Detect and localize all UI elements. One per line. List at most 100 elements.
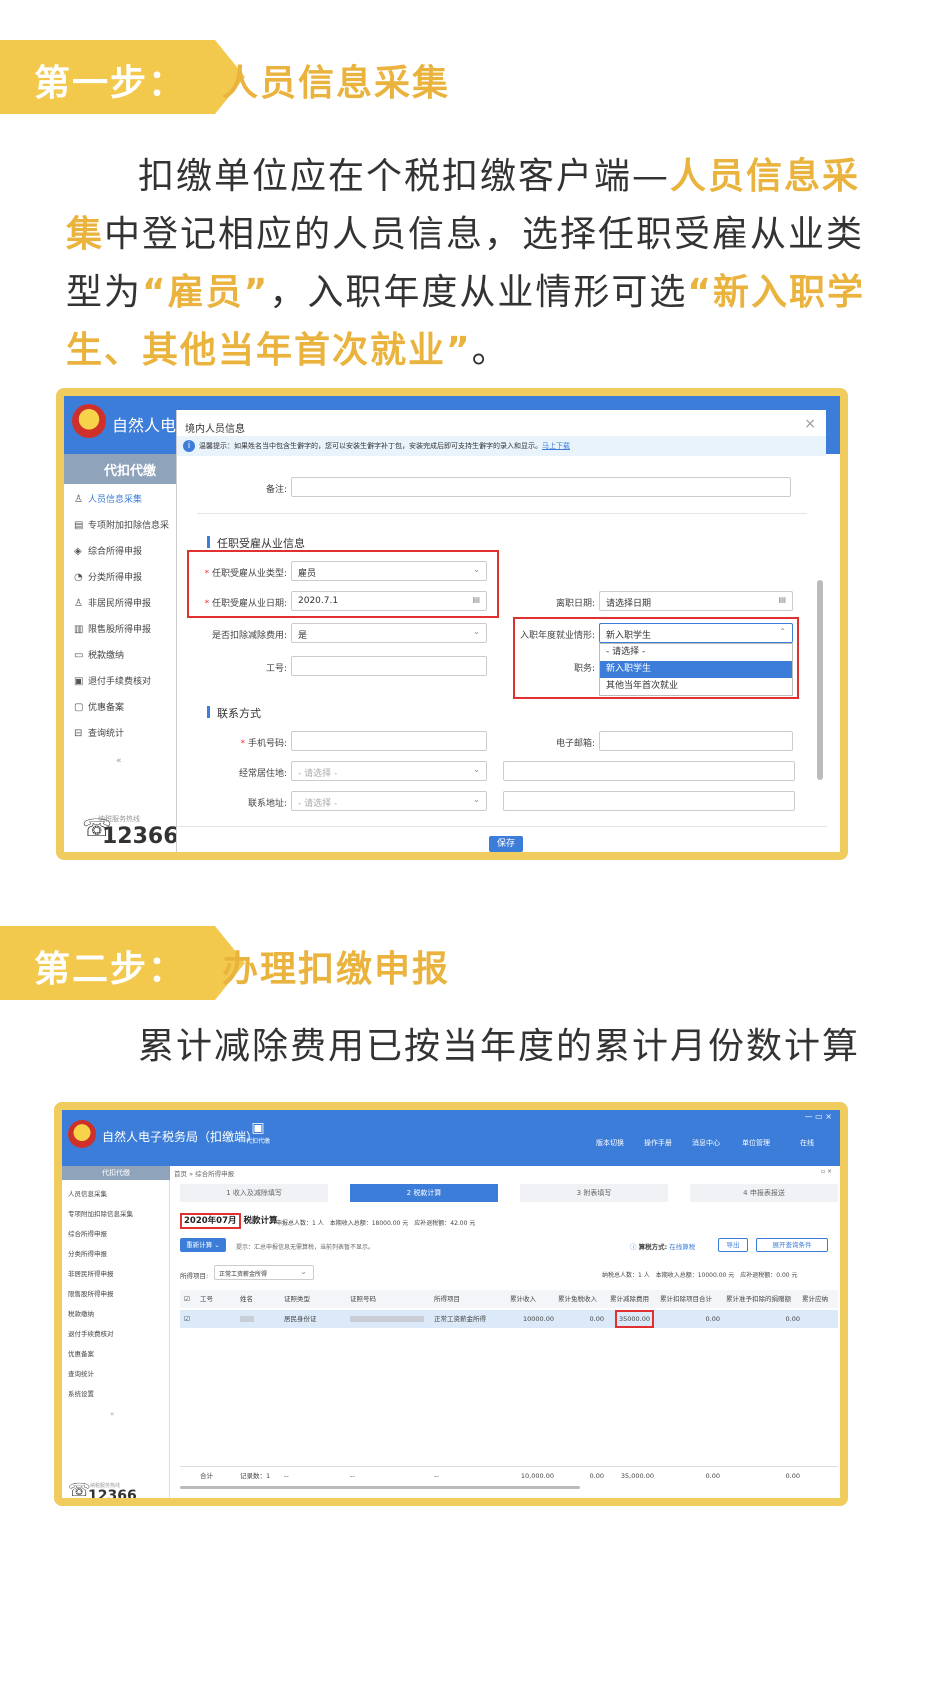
row-checkbox[interactable]: ☑ [184,1310,190,1328]
sidebar: 代扣代缴 人员信息采集专项附加扣除信息采集 综合所得申报 分类所得申报 非居民所得申报… [62,1166,170,1498]
wizard-step[interactable]: 3 附表填写 [520,1184,668,1202]
close-icon[interactable]: × [804,416,816,432]
sidebar-item[interactable]: ◈ 综合所得申报 [74,544,142,557]
chevron-down-icon: ⌄ [473,795,480,804]
menu-icon: ▤ [74,520,84,531]
divider [197,513,807,514]
menu-icon: ♙ [74,494,83,505]
deduction-cell: 35000.00 [610,1310,654,1328]
info-icon: i [183,440,195,452]
top-button[interactable]: 单位管理 [742,1138,770,1148]
top-button[interactable]: 消息中心 [692,1138,720,1148]
step2-tag: 第二步： [34,949,187,990]
sidebar-item[interactable]: 非居民所得申报 [68,1268,114,1278]
sidebar-item[interactable]: ⊟ 查询统计 [74,726,124,739]
scrollbar[interactable] [817,580,823,780]
column-header: 姓名 [240,1295,253,1303]
sidebar-item[interactable]: ▥ 限售股所得申报 [74,622,151,635]
sidebar-item[interactable]: 限售股所得申报 [68,1288,114,1298]
top-button[interactable]: 版本切换 [596,1138,624,1148]
sidebar-item[interactable]: 查询统计 [68,1368,94,1378]
menu-icon: ▣ [74,676,84,687]
agent-tab[interactable]: 代扣代缴 [62,1166,170,1180]
sidebar-item[interactable]: 专项附加扣除信息采集 [68,1208,133,1218]
calc-mode-value[interactable]: 在线算税 [669,1243,695,1251]
column-header: 累计收入 [510,1295,536,1303]
hotline-number: 12366 [102,824,179,849]
column-header: 证照类型 [284,1295,310,1303]
remark-input[interactable] [291,477,791,497]
agent-tab[interactable]: 代扣代缴 [64,454,176,484]
modal-title: 境内人员信息 [185,424,245,435]
leave-date-input[interactable]: 请选择日期 ▤ [599,591,793,611]
document-icon: ▣ [251,1120,265,1136]
download-link[interactable]: 马上下载 [542,442,570,450]
step1-banner: 第一步： 人员信息采集 [0,40,950,114]
id-type-cell: 居民身份证 [284,1315,317,1323]
phone-icon: ☏ [82,814,113,842]
top-button[interactable]: 在线 [800,1138,814,1148]
residence-select[interactable]: - 请选择 - ⌄ [291,761,487,781]
table-row[interactable]: ☑ 居民身份证 正常工资薪金所得 10000.00 0.00 35000.00 … [180,1310,838,1328]
menu-icon: ▭ [74,650,84,661]
email-label: 电子邮箱: [555,739,595,749]
email-input[interactable] [599,731,793,751]
sidebar-item-label: 优惠备案 [88,703,125,713]
screenshot-tax-calc: 自然人电子税务局（扣缴端） ▣ 代扣代缴 版本切换 操作手册 消息中心 单位管理 在线 … [54,1102,848,1506]
h-scrollbar[interactable] [180,1486,580,1489]
breadcrumb[interactable]: 首页 » 综合所得申报 [174,1168,234,1178]
wizard-steps: 1 收入及减除填写 2 税款计算 3 附表填写 4 申报表报送 [180,1184,838,1202]
column-header: 累计准予扣除的捐赠额 [726,1295,791,1303]
export-button[interactable]: 导出 [718,1238,748,1252]
step1-paragraph: 扣缴单位应在个税扣缴客户端—人员信息采集中登记相应的人员信息，选择任职受雇从业类… [66,148,896,380]
sidebar-item[interactable]: 退付手续费核对 [68,1328,114,1338]
recalc-button[interactable]: 重新计算 ⌄ [180,1238,226,1252]
save-button[interactable]: 保存 [489,836,523,852]
tab-controls[interactable]: ▫ × [821,1168,832,1175]
income-cell: 10000.00 [522,1315,554,1323]
sidebar-item[interactable]: 人员信息采集 [68,1188,107,1198]
address-select[interactable]: - 请选择 - ⌄ [291,791,487,811]
sidebar-item[interactable]: ▣ 退付手续费核对 [74,674,151,687]
sidebar-item[interactable]: 分类所得申报 [68,1248,107,1258]
calendar-icon: ▤ [778,595,786,604]
job-no-input[interactable] [291,656,487,676]
address-detail-input[interactable] [503,791,795,811]
menu-icon: ▥ [74,624,84,635]
totals-text: 纳税总人数：1 人 本期收入总额：10000.00 元 应补退税额：0.00 元 [602,1272,798,1279]
income-item-label: 所得项目: [180,1272,209,1280]
duty-label: 职务: [573,664,595,674]
residence-detail-input[interactable] [503,761,795,781]
collapse-icon[interactable]: « [116,756,122,766]
wizard-step[interactable]: 4 申报表报送 [690,1184,838,1202]
sidebar-item[interactable]: ◔ 分类所得申报 [74,570,142,583]
window-controls[interactable]: — ▭ × [805,1112,832,1121]
header-checkbox[interactable]: ☑ [184,1290,190,1308]
expand-query-button[interactable]: 展开查询条件 [756,1238,828,1252]
top-button[interactable]: 操作手册 [644,1138,672,1148]
sidebar-item[interactable]: ▭ 税款缴纳 [74,648,124,661]
phone-input[interactable] [291,731,487,751]
sidebar-item[interactable]: 优惠备案 [68,1348,94,1358]
column-header: 工号 [200,1295,213,1303]
sidebar-item[interactable]: 系统设置 [68,1388,94,1398]
sidebar-item[interactable]: ▤ 专项附加扣除信息采 [74,518,169,531]
sidebar-item[interactable]: ♙ 人员信息采集 [74,492,142,505]
job-no-label: 工号: [265,664,287,674]
sidebar-item[interactable]: 税款缴纳 [68,1308,94,1318]
collapse-icon[interactable]: « [110,1410,114,1418]
tax-emblem-icon [68,1120,96,1148]
agent-button[interactable]: ▣ 代扣代缴 [240,1120,276,1160]
sidebar-item-label: 专项附加扣除信息采 [88,521,170,531]
wizard-step[interactable]: 1 收入及减除填写 [180,1184,328,1202]
deduct-label: 是否扣除减除费用: [211,631,287,641]
items-total-cell: 0.00 [705,1315,720,1323]
sidebar-item[interactable]: 综合所得申报 [68,1228,107,1238]
sidebar-item[interactable]: ♙ 非居民所得申报 [74,596,151,609]
calc-title: 税款计算 [243,1216,278,1226]
income-item-select[interactable]: 正常工资薪金所得 ⌄ [214,1265,314,1280]
step1-tag: 第一步： [34,63,187,104]
deduct-select[interactable]: 是 ⌄ [291,623,487,643]
sidebar-item[interactable]: ▢ 优惠备案 [74,700,124,713]
wizard-step[interactable]: 2 税款计算 [350,1184,498,1202]
